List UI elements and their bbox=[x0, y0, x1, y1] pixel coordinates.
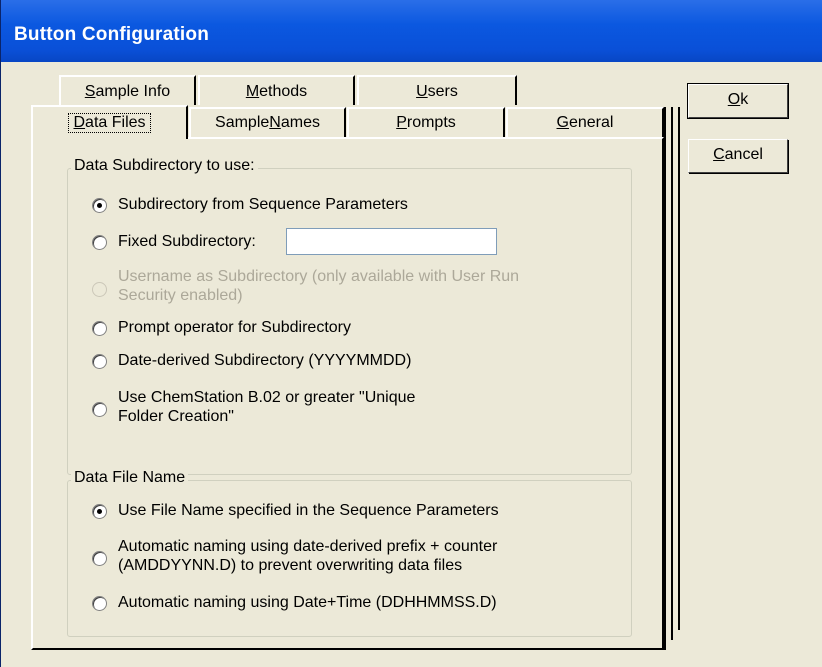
title-bar[interactable]: Button Configuration bbox=[1, 0, 822, 62]
file-name-group-legend: Data File Name bbox=[71, 469, 189, 487]
window-title: Button Configuration bbox=[14, 24, 210, 45]
fixed-subdirectory-input[interactable] bbox=[286, 228, 497, 255]
radio-filename-datetime[interactable] bbox=[92, 596, 107, 611]
radio-subdir-unique-folder[interactable] bbox=[92, 402, 107, 417]
tab-data-files[interactable]: Data Files bbox=[31, 105, 188, 139]
tab-general[interactable]: General bbox=[506, 107, 664, 137]
tab-prompts[interactable]: Prompts bbox=[347, 107, 505, 137]
radio-label: Use ChemStation B.02 or greater "Unique … bbox=[118, 389, 416, 425]
radio-label: Use File Name specified in the Sequence … bbox=[118, 502, 499, 519]
radio-subdir-prompt[interactable] bbox=[92, 321, 107, 336]
tab-stack-edge bbox=[664, 107, 666, 650]
cancel-button[interactable]: Cancel bbox=[688, 139, 788, 173]
radio-subdir-username bbox=[92, 282, 107, 297]
tab-sample-info[interactable]: Sample Info bbox=[59, 75, 196, 105]
tab-label: Data Files bbox=[68, 113, 151, 133]
radio-label: Automatic naming using date-derived pref… bbox=[118, 538, 498, 574]
dialog-window: Button Configuration Sample Info Methods… bbox=[0, 0, 822, 667]
radio-subdir-fixed[interactable] bbox=[92, 235, 107, 250]
ok-button[interactable]: Ok bbox=[687, 83, 789, 119]
radio-label: Username as Subdirectory (only available… bbox=[118, 268, 520, 304]
tab-label: Users bbox=[416, 83, 458, 100]
radio-subdir-date[interactable] bbox=[92, 354, 107, 369]
radio-label: Prompt operator for Subdirectory bbox=[118, 319, 351, 336]
tab-stack-edge bbox=[671, 107, 673, 640]
radio-label: Fixed Subdirectory: bbox=[118, 233, 256, 250]
tab-label: Sample Info bbox=[84, 83, 171, 100]
radio-filename-sequence[interactable] bbox=[92, 504, 107, 519]
tab-users[interactable]: Users bbox=[357, 75, 517, 105]
radio-filename-counter[interactable] bbox=[92, 551, 107, 566]
tab-label: Sample Names bbox=[215, 114, 320, 131]
tab-label: Prompts bbox=[396, 114, 456, 131]
tab-sample-names[interactable]: Sample Names bbox=[189, 107, 346, 137]
radio-label: Subdirectory from Sequence Parameters bbox=[118, 196, 408, 213]
radio-label: Automatic naming using Date+Time (DDHHMM… bbox=[118, 594, 497, 611]
tab-label: Methods bbox=[245, 83, 308, 100]
tab-methods[interactable]: Methods bbox=[198, 75, 355, 105]
tab-panel: Data Subdirectory to use: Subdirectory f… bbox=[31, 137, 664, 650]
subdirectory-group-legend: Data Subdirectory to use: bbox=[71, 157, 258, 175]
tab-label: General bbox=[556, 114, 614, 131]
tab-stack-edge bbox=[678, 107, 680, 630]
radio-label: Date-derived Subdirectory (YYYYMMDD) bbox=[118, 352, 412, 369]
radio-subdir-sequence[interactable] bbox=[92, 198, 107, 213]
